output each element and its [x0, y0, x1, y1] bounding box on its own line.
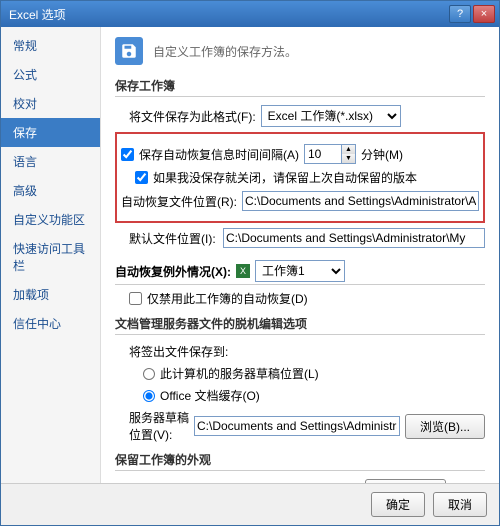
- dialog-footer: 确定 取消: [1, 483, 499, 525]
- autorecover-location-input[interactable]: [242, 191, 479, 211]
- sidebar-item-formulas[interactable]: 公式: [1, 60, 100, 89]
- section-doc-mgmt: 文档管理服务器文件的脱机编辑选项: [115, 315, 485, 335]
- sidebar: 常规 公式 校对 保存 语言 高级 自定义功能区 快速访问工具栏 加载项 信任中…: [1, 27, 101, 483]
- help-button[interactable]: ?: [449, 5, 471, 23]
- disable-autorecover-label: 仅禁用此工作簿的自动恢复(D): [147, 290, 308, 307]
- titlebar: Excel 选项 ? ×: [1, 1, 499, 27]
- main-panel: 自定义工作簿的保存方法。 保存工作簿 将文件保存为此格式(F): Excel 工…: [101, 27, 499, 483]
- sidebar-item-customize-ribbon[interactable]: 自定义功能区: [1, 205, 100, 234]
- sidebar-item-language[interactable]: 语言: [1, 147, 100, 176]
- disable-autorecover-checkbox[interactable]: [129, 292, 142, 305]
- highlighted-autosave-region: 保存自动恢复信息时间间隔(A) ▲ ▼ 分钟(M) 如果我没保存就关闭，请保留上…: [115, 132, 485, 223]
- sidebar-item-trust-center[interactable]: 信任中心: [1, 309, 100, 338]
- server-drafts-radio[interactable]: [143, 368, 155, 380]
- office-cache-radio-label: Office 文档缓存(O): [160, 387, 260, 404]
- draft-location-input[interactable]: [194, 416, 400, 436]
- autosave-interval-label: 保存自动恢复信息时间间隔(A): [139, 146, 299, 163]
- autorecover-location-label: 自动恢复文件位置(R):: [121, 193, 237, 210]
- section-appearance: 保留工作簿的外观: [115, 451, 485, 471]
- autosave-unit-label: 分钟(M): [361, 146, 403, 163]
- checkout-save-label: 将签出文件保存到:: [129, 343, 228, 360]
- section-save-workbook: 保存工作簿: [115, 77, 485, 97]
- save-format-select[interactable]: Excel 工作簿(*.xlsx): [261, 105, 401, 127]
- section-autorecover-exceptions: 自动恢复例外情况(X):: [115, 263, 231, 280]
- default-location-label: 默认文件位置(I):: [129, 230, 218, 247]
- keep-last-autosave-checkbox[interactable]: [135, 171, 148, 184]
- sidebar-item-quick-access[interactable]: 快速访问工具栏: [1, 234, 100, 280]
- save-format-label: 将文件保存为此格式(F):: [129, 108, 256, 125]
- spinner-down-icon[interactable]: ▼: [342, 154, 355, 163]
- office-cache-radio[interactable]: [143, 390, 155, 402]
- window-title: Excel 选项: [5, 6, 449, 23]
- browse-button[interactable]: 浏览(B)...: [405, 414, 485, 439]
- close-button[interactable]: ×: [473, 5, 495, 23]
- keep-last-autosave-label: 如果我没保存就关闭，请保留上次自动保留的版本: [153, 169, 417, 186]
- sidebar-item-save[interactable]: 保存: [1, 118, 100, 147]
- sidebar-item-proofing[interactable]: 校对: [1, 89, 100, 118]
- sidebar-item-addins[interactable]: 加载项: [1, 280, 100, 309]
- autosave-interval-checkbox[interactable]: [121, 148, 134, 161]
- excel-mini-icon: X: [236, 264, 250, 278]
- sidebar-item-general[interactable]: 常规: [1, 31, 100, 60]
- cancel-button[interactable]: 取消: [433, 492, 487, 517]
- autorecover-workbook-select[interactable]: 工作簿1: [255, 260, 345, 282]
- server-drafts-radio-label: 此计算机的服务器草稿位置(L): [160, 365, 319, 382]
- autosave-interval-input[interactable]: [305, 145, 341, 163]
- draft-location-label: 服务器草稿位置(V):: [129, 409, 189, 443]
- ok-button[interactable]: 确定: [371, 492, 425, 517]
- spinner-up-icon[interactable]: ▲: [342, 145, 355, 154]
- autosave-interval-spinner[interactable]: ▲ ▼: [304, 144, 356, 164]
- sidebar-item-advanced[interactable]: 高级: [1, 176, 100, 205]
- default-location-input[interactable]: [223, 228, 485, 248]
- page-subtitle: 自定义工作簿的保存方法。: [153, 43, 297, 60]
- save-disk-icon: [115, 37, 143, 65]
